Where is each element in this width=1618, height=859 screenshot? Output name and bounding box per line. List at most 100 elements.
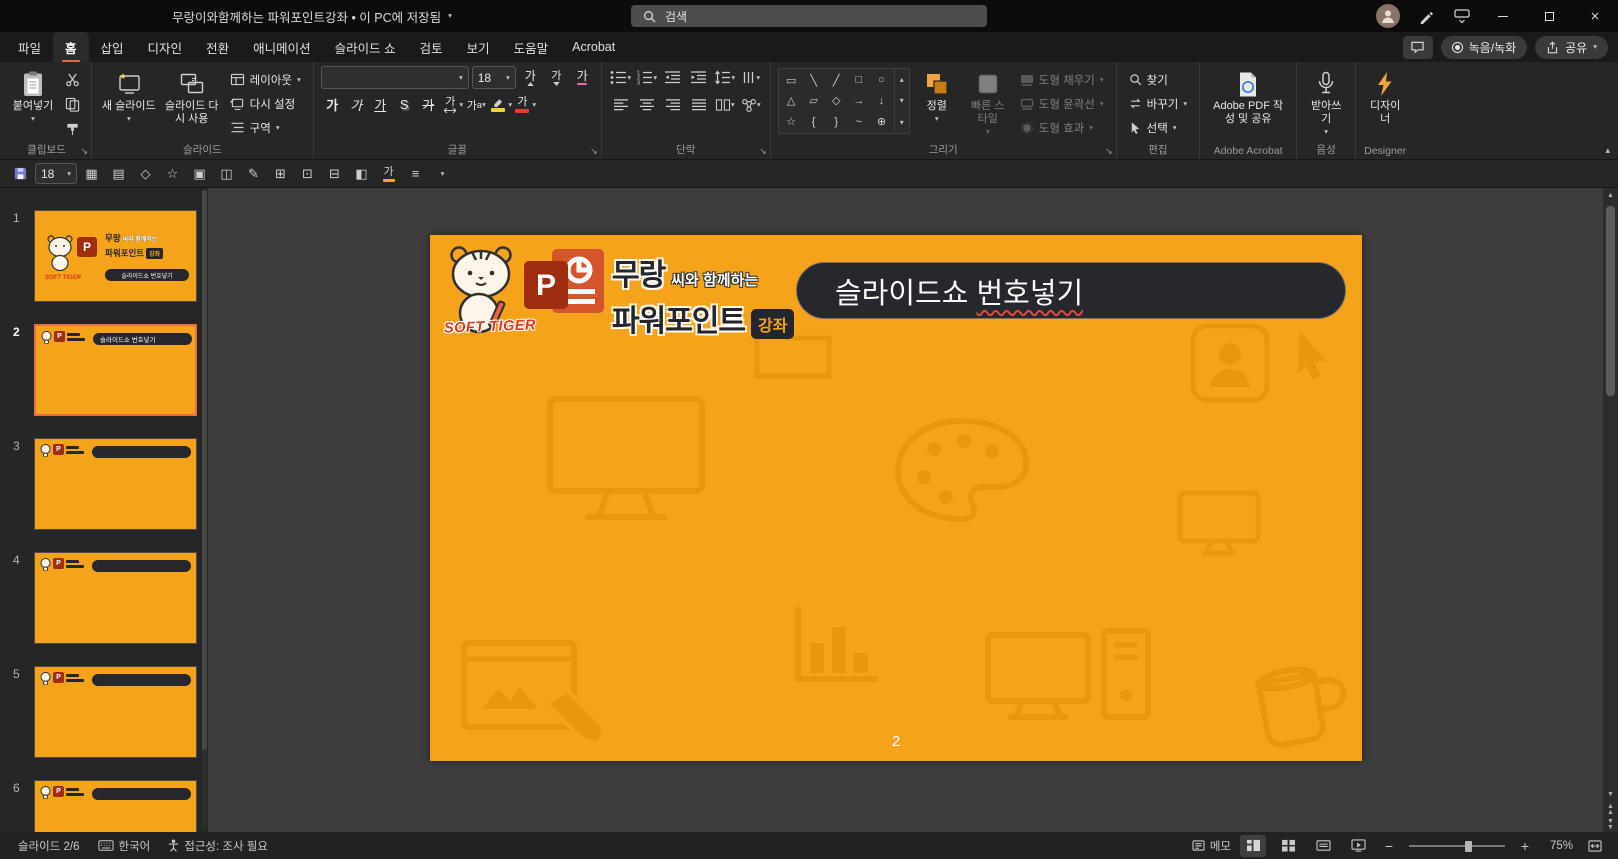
qat-shading-icon[interactable]: ◧: [349, 162, 374, 186]
text-shadow-button[interactable]: S: [393, 93, 416, 116]
create-pdf-button[interactable]: Adobe PDF 작성 및 공유: [1207, 66, 1289, 128]
shape-arrow-down-icon[interactable]: ↓: [879, 95, 885, 107]
shape-textbox-icon[interactable]: ▭: [786, 74, 796, 87]
qat-font-color-icon[interactable]: 가: [376, 162, 401, 186]
powerpoint-logo[interactable]: P: [522, 245, 608, 331]
close-button[interactable]: ×: [1572, 0, 1618, 32]
shape-outline-button[interactable]: 도형 윤곽선 ▾: [1015, 92, 1109, 115]
shape-rectangle-icon[interactable]: □: [856, 74, 863, 86]
format-painter-button[interactable]: [60, 118, 84, 141]
shapes-scroll-up-icon[interactable]: ▴: [900, 75, 904, 84]
select-button[interactable]: 선택 ▾: [1124, 116, 1193, 139]
qat-borders-all-icon[interactable]: ⊞: [268, 162, 293, 186]
scroll-down-icon[interactable]: ▼: [1603, 787, 1618, 802]
shape-effects-button[interactable]: 도형 효과 ▾: [1015, 116, 1109, 139]
qat-line-style-icon[interactable]: ≡: [403, 162, 428, 186]
fit-slide-to-window-button[interactable]: [1582, 835, 1608, 857]
zoom-out-button[interactable]: −: [1380, 838, 1398, 854]
qat-shapes-icon[interactable]: ◇: [133, 162, 158, 186]
shape-line2-icon[interactable]: ╱: [833, 74, 840, 87]
qat-copy-formatting-icon[interactable]: ▣: [187, 162, 212, 186]
align-center-button[interactable]: [635, 93, 659, 116]
justify-button[interactable]: [687, 93, 711, 116]
share-button[interactable]: 공유 ▾: [1535, 35, 1608, 59]
shape-triangle-icon[interactable]: △: [787, 94, 795, 107]
convert-smartart-button[interactable]: ▾: [739, 93, 763, 116]
text-highlight-button[interactable]: ▾: [489, 93, 512, 116]
underline-button[interactable]: 가: [369, 93, 392, 116]
qat-insert-table-icon[interactable]: ▤: [106, 162, 131, 186]
zoom-in-button[interactable]: +: [1516, 838, 1534, 854]
find-button[interactable]: 찾기: [1124, 68, 1193, 91]
shape-brace-left-icon[interactable]: {: [812, 116, 816, 128]
slide-indicator[interactable]: 슬라이드 2/6: [18, 838, 80, 854]
font-dialog-launcher-icon[interactable]: ↘: [590, 147, 598, 156]
thumbnail-scrollbar-thumb[interactable]: [202, 190, 207, 750]
qat-borders-outside-icon[interactable]: ⊡: [295, 162, 320, 186]
grow-font-button[interactable]: 가: [519, 66, 542, 89]
font-color-button[interactable]: 가 ▾: [513, 93, 536, 116]
qat-draw-table-icon[interactable]: ▦: [79, 162, 104, 186]
previous-slide-icon[interactable]: ▲ ▲: [1603, 802, 1618, 817]
shrink-font-button[interactable]: 가: [545, 66, 568, 89]
tab-help[interactable]: 도움말: [502, 32, 561, 62]
qat-pen-icon[interactable]: ✎: [241, 162, 266, 186]
tab-slideshow[interactable]: 슬라이드 쇼: [323, 32, 408, 62]
increase-indent-button[interactable]: [687, 66, 711, 89]
slide-header-textbox[interactable]: 무랑 씨와 함께하는 파워포인트 강좌: [612, 250, 795, 340]
tab-insert[interactable]: 삽입: [89, 32, 136, 62]
change-case-button[interactable]: 가 a ▾: [465, 93, 488, 116]
tab-transitions[interactable]: 전환: [194, 32, 241, 62]
zoom-level[interactable]: 75%: [1543, 840, 1573, 852]
reuse-slides-button[interactable]: 슬라이드 다시 사용: [162, 66, 222, 128]
arrange-button[interactable]: 정렬 ▾: [913, 66, 961, 125]
language-status[interactable]: 한국어: [97, 838, 150, 854]
maximize-button[interactable]: [1526, 0, 1572, 32]
quick-styles-button[interactable]: 빠른 스타일 ▾: [964, 66, 1012, 138]
tab-animations[interactable]: 애니메이션: [241, 32, 323, 62]
shape-brace-right-icon[interactable]: }: [834, 116, 838, 128]
next-slide-icon[interactable]: ▼ ▼: [1603, 817, 1618, 832]
shape-arrow-right-icon[interactable]: →: [853, 95, 864, 107]
scrollbar-thumb[interactable]: [1606, 206, 1615, 396]
columns-button[interactable]: ▾: [713, 93, 737, 116]
align-left-button[interactable]: [609, 93, 633, 116]
zoom-slider[interactable]: [1409, 840, 1505, 852]
zoom-slider-thumb[interactable]: [1465, 840, 1472, 852]
paragraph-dialog-launcher-icon[interactable]: ↘: [759, 147, 767, 156]
clipboard-dialog-launcher-icon[interactable]: ↘: [80, 147, 88, 156]
shape-fill-button[interactable]: 도형 채우기 ▾: [1015, 68, 1109, 91]
thumbnail-scrollbar[interactable]: [202, 190, 207, 830]
slide-sorter-view-button[interactable]: [1275, 835, 1301, 857]
minimize-button[interactable]: [1480, 0, 1526, 32]
shapes-more-icon[interactable]: ▾: [900, 118, 904, 127]
line-spacing-button[interactable]: ▾: [713, 66, 737, 89]
notes-button[interactable]: 메모: [1192, 838, 1231, 854]
ink-pen-icon[interactable]: [1408, 0, 1444, 32]
scrollbar-track[interactable]: [1603, 203, 1618, 787]
layout-button[interactable]: 레이아웃 ▾: [225, 68, 306, 91]
scroll-up-icon[interactable]: ▲: [1603, 188, 1618, 203]
shape-parallelogram-icon[interactable]: ▱: [809, 94, 817, 107]
slide-editor-area[interactable]: SOFT TIGER P 무랑 씨와 함께하는 파워포인트 강좌 슬라이드쇼 번…: [208, 188, 1618, 832]
slide-thumbnail-1[interactable]: SOFT TIGER P 무랑 씨와 함께하는 파워포인트 강좌 슬라이드쇼 번호넣…: [34, 210, 197, 302]
account-avatar[interactable]: [1376, 4, 1400, 28]
tab-acrobat[interactable]: Acrobat: [560, 32, 627, 62]
cut-button[interactable]: [60, 68, 84, 91]
slide-thumbnail-2[interactable]: P 슬라이드쇼 번호넣기: [34, 324, 197, 416]
accessibility-status[interactable]: 접근성: 조사 필요: [168, 838, 268, 854]
shapes-scroll-down-icon[interactable]: ▾: [900, 96, 904, 105]
tab-view[interactable]: 보기: [455, 32, 502, 62]
save-button[interactable]: [8, 162, 33, 186]
comments-button[interactable]: [1402, 35, 1433, 59]
slideshow-view-button[interactable]: [1345, 835, 1371, 857]
character-spacing-button[interactable]: 가 ▾: [441, 93, 464, 116]
normal-view-button[interactable]: [1240, 834, 1266, 857]
slide-canvas[interactable]: SOFT TIGER P 무랑 씨와 함께하는 파워포인트 강좌 슬라이드쇼 번…: [430, 235, 1362, 761]
slide-thumbnail-4[interactable]: P: [34, 552, 197, 644]
reset-button[interactable]: 다시 설정: [225, 92, 306, 115]
qat-more-commands-icon[interactable]: ▾: [430, 162, 455, 186]
font-name-combo[interactable]: ▾: [320, 66, 469, 89]
vertical-scrollbar[interactable]: ▲ ▼ ▲ ▲ ▼ ▼: [1603, 188, 1618, 832]
decrease-indent-button[interactable]: [661, 66, 685, 89]
